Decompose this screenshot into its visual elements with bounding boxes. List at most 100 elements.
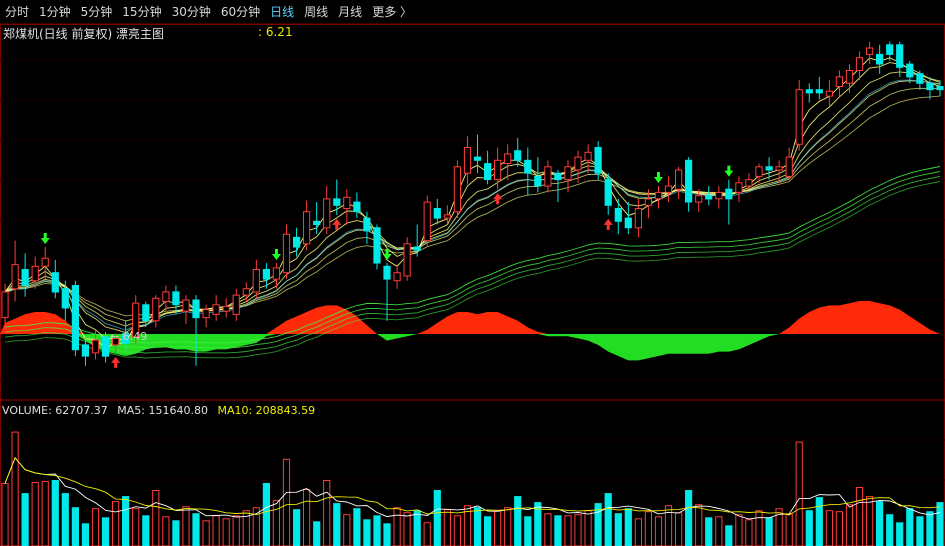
candle-body [604, 179, 612, 206]
volume-bar [664, 505, 673, 546]
volume-bar [634, 518, 642, 546]
volume-bar [554, 515, 562, 546]
volume-ma10: MA10: 208843.59 [217, 404, 316, 417]
tab-period-3[interactable]: 15分钟 [117, 3, 166, 20]
volume-bar [11, 431, 19, 546]
tab-period-0[interactable]: 分时 [0, 3, 34, 20]
candle-body [282, 233, 291, 274]
volume-bar [91, 508, 100, 546]
sell-signal-arrow [271, 249, 281, 261]
buy-signal-arrow [111, 356, 121, 368]
candle-body [876, 53, 884, 65]
volume-bar [564, 515, 572, 546]
volume-bar [192, 513, 200, 546]
volume-bar [31, 482, 39, 546]
candle-body [152, 297, 160, 322]
candle-body [11, 264, 19, 290]
volume-bar [574, 514, 582, 546]
candle-body [423, 201, 431, 242]
candle-body [81, 344, 90, 357]
candle-body [323, 198, 331, 229]
volume-bar [1, 483, 9, 546]
tab-period-6[interactable]: 日线 [265, 3, 299, 20]
volume-bar [745, 519, 753, 546]
chart-frame [0, 24, 945, 546]
candle-body [574, 156, 582, 171]
candle-body [393, 272, 401, 282]
sell-signal-arrow [40, 233, 50, 244]
candle-body [463, 147, 472, 174]
volume-bar [855, 487, 864, 546]
candle-body [232, 294, 240, 315]
candle-body [272, 267, 280, 280]
candle-body [564, 166, 572, 181]
volume-bar [172, 520, 180, 546]
candle-body [162, 291, 170, 302]
tab-period-9[interactable]: 更多 〉 [367, 3, 417, 20]
main-chart-title: 郑煤机(日线 前复权) 漂亮主图 [3, 27, 164, 41]
tab-period-4[interactable]: 30分钟 [167, 3, 216, 20]
candle-body [313, 220, 321, 226]
candle-body [755, 166, 763, 177]
candle-body [202, 309, 210, 319]
volume-bar [333, 503, 341, 546]
volume-bar [685, 490, 693, 546]
volume-bar [393, 507, 401, 546]
candle-body [61, 288, 69, 309]
volume-bar [323, 480, 331, 546]
volume-bar [715, 516, 723, 546]
candle-body [222, 305, 230, 312]
candle-body [815, 89, 823, 94]
candle-body [735, 182, 743, 193]
candle-body [293, 236, 301, 248]
volume-bar [293, 509, 301, 546]
volume-bar [815, 497, 823, 546]
tab-period-1[interactable]: 1分钟 [34, 3, 76, 20]
volume-bar [906, 508, 914, 546]
volume-bar [222, 518, 230, 546]
volume-bar [896, 522, 904, 546]
candle-body [554, 172, 562, 181]
volume-bar [735, 514, 743, 546]
volume-bar [21, 493, 29, 546]
chart-canvas[interactable] [0, 24, 945, 546]
volume-bar [453, 515, 461, 546]
tab-period-5[interactable]: 60分钟 [216, 3, 265, 20]
candle-body [775, 166, 783, 171]
candle-body [484, 163, 492, 181]
volume-bar [152, 490, 160, 546]
volume-bar [624, 508, 632, 546]
candle-body [31, 265, 39, 282]
candle-body [343, 196, 351, 210]
volume-value: VOLUME: 62707.37 [2, 404, 108, 417]
volume-ma5: MA5: 151640.80 [117, 404, 208, 417]
candle-body [182, 299, 190, 312]
candle-body [433, 208, 441, 219]
volume-bar [473, 507, 482, 546]
volume-bar [484, 516, 492, 546]
candle-body [453, 166, 461, 213]
candle-body [363, 217, 371, 232]
candle-body [403, 243, 411, 277]
volume-bar [202, 520, 210, 546]
volume-bar [132, 508, 140, 546]
volume-bar [584, 510, 592, 546]
volume-bar [403, 512, 411, 546]
volume-bar [755, 510, 763, 546]
candle-body [614, 208, 622, 222]
volume-bar [835, 511, 843, 546]
volume-bar [232, 515, 240, 546]
candle-body [544, 166, 552, 187]
volume-bar [886, 514, 894, 546]
tab-period-8[interactable]: 月线 [333, 3, 367, 20]
volume-bar [363, 519, 371, 546]
candle-body [725, 188, 733, 200]
volume-bar [272, 500, 280, 546]
tab-period-7[interactable]: 周线 [299, 3, 333, 20]
candle-body [644, 198, 652, 206]
buy-signal-arrow [603, 218, 613, 230]
volume-bar [765, 517, 773, 546]
candle-body [825, 90, 833, 97]
tab-period-2[interactable]: 5分钟 [76, 3, 118, 20]
stock-chart-window: 分时 1分钟 5分钟 15分钟 30分钟 60分钟 日线 周线 月线 更多 〉 郑煤机(日线 前复… [0, 0, 945, 546]
